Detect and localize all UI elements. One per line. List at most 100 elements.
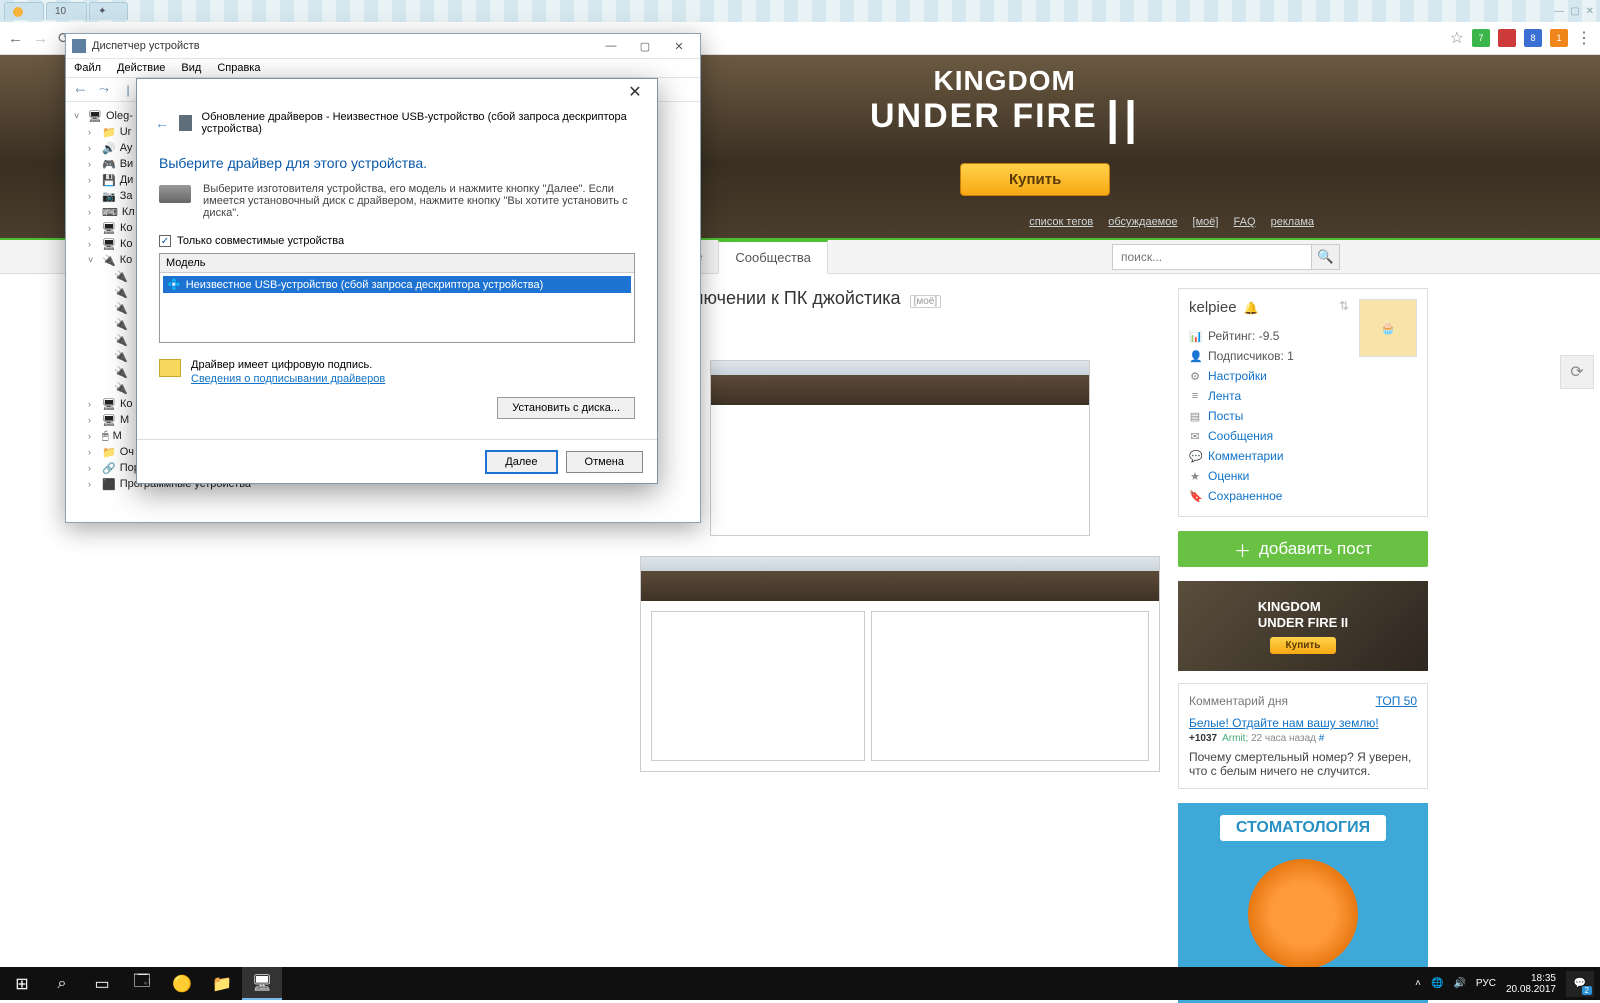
banner-logo: KINGDOM UNDER FIREII bbox=[870, 65, 1139, 147]
link[interactable]: Оценки bbox=[1208, 469, 1249, 483]
driver-wizard-dialog: ✕ ← Обновление драйверов - Неизвестное U… bbox=[136, 78, 658, 484]
link[interactable]: [моё] bbox=[1193, 216, 1219, 228]
ext-icon[interactable]: 1 bbox=[1550, 29, 1568, 47]
link[interactable]: Белые! Отдайте нам вашу землю! bbox=[1189, 716, 1379, 730]
plus-icon: ＋ bbox=[1234, 537, 1251, 562]
wizard-subtitle: Выберите драйвер для этого устройства. bbox=[137, 145, 657, 177]
buy-button[interactable]: Купить bbox=[960, 163, 1110, 196]
list-icon: ≡ bbox=[1189, 390, 1201, 402]
list-item-selected[interactable]: 💠 Неизвестное USB-устройство (сбой запро… bbox=[163, 276, 631, 293]
wizard-title: Обновление драйверов - Неизвестное USB-у… bbox=[202, 111, 639, 135]
forward-icon[interactable]: ⤳ bbox=[94, 81, 114, 99]
link[interactable]: Посты bbox=[1208, 409, 1243, 423]
chart-icon: 📊 bbox=[1189, 330, 1201, 343]
comment-icon: 💬 bbox=[1189, 450, 1201, 463]
user-icon: 👤 bbox=[1189, 350, 1201, 363]
menu-bar: Файл Действие Вид Справка bbox=[66, 58, 700, 78]
titlebar[interactable]: Диспетчер устройств — ▢ ✕ bbox=[66, 34, 700, 58]
window-min-icon[interactable]: — bbox=[1554, 6, 1564, 17]
menu-item[interactable]: Файл bbox=[74, 62, 101, 74]
back-icon[interactable]: ⬸ bbox=[70, 81, 90, 99]
star-icon[interactable]: ☆ bbox=[1450, 28, 1464, 48]
link[interactable]: FAQ bbox=[1234, 216, 1256, 228]
back-icon[interactable]: ← bbox=[8, 30, 23, 47]
link[interactable]: Сохраненное bbox=[1208, 489, 1282, 503]
link[interactable]: Сообщения bbox=[1208, 429, 1273, 443]
cert-icon bbox=[159, 359, 181, 377]
menu-item[interactable]: Вид bbox=[181, 62, 201, 74]
bookmark-icon: 🔖 bbox=[1189, 490, 1201, 503]
link[interactable]: Лента bbox=[1208, 389, 1241, 403]
menu-item[interactable]: Справка bbox=[217, 62, 260, 74]
tray-volume-icon[interactable]: 🔊 bbox=[1453, 978, 1465, 989]
taskbar-app[interactable]: 🗔 bbox=[122, 967, 162, 1000]
tray-lang[interactable]: РУС bbox=[1476, 978, 1496, 989]
mail-icon: ✉ bbox=[1189, 430, 1201, 443]
start-button[interactable]: ⊞ bbox=[2, 967, 42, 1000]
back-icon[interactable]: ← bbox=[155, 115, 169, 131]
tray-network-icon[interactable]: 🌐 bbox=[1431, 978, 1443, 989]
browser-tab[interactable] bbox=[4, 2, 44, 20]
column-header[interactable]: Модель bbox=[160, 254, 634, 273]
comment-of-day: Комментарий дняТОП 50 Белые! Отдайте нам… bbox=[1178, 683, 1428, 789]
taskbar-devmgr[interactable]: 🖥 bbox=[242, 967, 282, 1000]
taskview-icon[interactable]: ▭ bbox=[82, 967, 122, 1000]
link[interactable]: Комментарии bbox=[1208, 449, 1284, 463]
gear-icon: ⚙ bbox=[1189, 370, 1201, 383]
sidebar: kelpiee 🔔 ⇅ 🧁 📊Рейтинг: -9.5 👤Подписчико… bbox=[1178, 288, 1428, 1003]
embedded-screenshot bbox=[640, 556, 1160, 772]
link[interactable]: обсуждаемое bbox=[1108, 216, 1177, 228]
sidebar-ad[interactable]: KINGDOMUNDER FIRE II Купить bbox=[1178, 581, 1428, 671]
forward-icon: → bbox=[33, 30, 48, 47]
menu-icon[interactable]: ⋮ bbox=[1576, 28, 1592, 48]
post-column: и подключении к ПК джойстика [моё] ▦ ▦ bbox=[640, 288, 1160, 1003]
post-title: и подключении к ПК джойстика [моё] bbox=[640, 288, 1160, 309]
banner-links: список тегов обсуждаемое [моё] FAQ рекла… bbox=[1023, 216, 1320, 228]
taskbar-explorer[interactable]: 📁 bbox=[202, 967, 242, 1000]
taskbar-chrome[interactable]: 🟡 bbox=[162, 967, 202, 1000]
ext-icon[interactable]: 8 bbox=[1524, 29, 1542, 47]
tray-chevron-icon[interactable]: ˄ bbox=[1415, 978, 1421, 989]
link[interactable]: ТОП 50 bbox=[1376, 694, 1417, 708]
avatar[interactable]: 🧁 bbox=[1359, 299, 1417, 357]
compat-checkbox[interactable]: ✓ bbox=[159, 235, 171, 247]
tab-communities[interactable]: Сообщества bbox=[718, 240, 828, 274]
cancel-button[interactable]: Отмена bbox=[566, 451, 643, 473]
window-close-icon[interactable]: ✕ bbox=[1586, 6, 1594, 17]
search-icon[interactable]: ⌕ bbox=[42, 967, 82, 1000]
browser-tab[interactable]: 10 bbox=[46, 2, 87, 20]
window-max-icon[interactable]: ▢ bbox=[1570, 6, 1579, 17]
search-button[interactable]: 🔍 bbox=[1312, 244, 1340, 270]
maximize-icon[interactable]: ▢ bbox=[630, 37, 660, 55]
action-center-icon[interactable]: 💬2 bbox=[1566, 971, 1594, 997]
refresh-icon[interactable]: ⟳ bbox=[1560, 355, 1594, 389]
device-icon bbox=[179, 115, 192, 131]
checkbox-label: Только совместимые устройства bbox=[177, 235, 344, 247]
add-post-button[interactable]: ＋добавить пост bbox=[1178, 531, 1428, 567]
link[interactable]: список тегов bbox=[1029, 216, 1093, 228]
embedded-screenshot bbox=[710, 360, 1090, 536]
next-button[interactable]: Далее bbox=[485, 450, 557, 474]
ext-icon[interactable] bbox=[1498, 29, 1516, 47]
browser-tab-strip: 10 ✦ — ▢ ✕ bbox=[0, 0, 1600, 22]
close-icon[interactable]: ✕ bbox=[664, 37, 694, 55]
link[interactable]: Настройки bbox=[1208, 369, 1267, 383]
minimize-icon[interactable]: — bbox=[596, 37, 626, 55]
link[interactable]: реклама bbox=[1271, 216, 1314, 228]
signature-text: Драйвер имеет цифровую подпись. bbox=[191, 359, 385, 371]
username[interactable]: kelpiee bbox=[1189, 299, 1237, 316]
user-box: kelpiee 🔔 ⇅ 🧁 📊Рейтинг: -9.5 👤Подписчико… bbox=[1178, 288, 1428, 517]
ext-icon[interactable]: 7 bbox=[1472, 29, 1490, 47]
clock[interactable]: 18:3520.08.2017 bbox=[1506, 973, 1556, 995]
reorder-icon[interactable]: ⇅ bbox=[1339, 299, 1349, 313]
browser-tab[interactable]: ✦ bbox=[89, 2, 127, 20]
install-from-disk-button[interactable]: Установить с диска... bbox=[497, 397, 635, 419]
signature-link[interactable]: Сведения о подписывании драйверов bbox=[191, 373, 385, 385]
search-input[interactable] bbox=[1112, 244, 1312, 270]
star-icon: ★ bbox=[1189, 470, 1201, 483]
close-icon[interactable]: ✕ bbox=[617, 81, 653, 103]
menu-item[interactable]: Действие bbox=[117, 62, 165, 74]
bell-icon[interactable]: 🔔 bbox=[1244, 301, 1259, 315]
wizard-instruction: Выберите изготовителя устройства, его мо… bbox=[137, 177, 657, 231]
doc-icon: ▤ bbox=[1189, 410, 1201, 423]
